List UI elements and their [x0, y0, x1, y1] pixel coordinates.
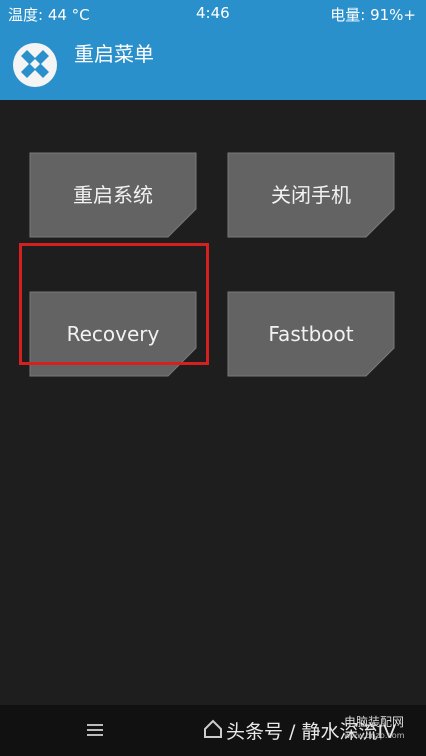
- home-icon[interactable]: [202, 718, 224, 740]
- page-title: 重启菜单: [74, 42, 154, 66]
- site-url: www.dnzp.com: [344, 731, 405, 740]
- menu-icon[interactable]: [86, 721, 104, 739]
- power-off-button[interactable]: 关闭手机: [226, 151, 396, 239]
- power-off-label: 关闭手机: [271, 183, 351, 207]
- reboot-system-button[interactable]: 重启系统: [28, 151, 198, 239]
- recovery-highlight-box: [19, 243, 209, 365]
- clock: 4:46: [196, 4, 230, 22]
- battery-readout: 电量: 91%+: [330, 6, 416, 24]
- status-bar: 温度: 44 °C 4:46 电量: 91%+: [0, 0, 426, 28]
- temperature-readout: 温度: 44 °C: [8, 6, 90, 24]
- fastboot-label: Fastboot: [268, 322, 354, 346]
- reboot-system-label: 重启系统: [73, 183, 153, 207]
- site-name: 电脑装配网: [344, 715, 405, 729]
- nav-bar: 头条号 / 静水深流ⅠⅤ 电脑装配网 www.dnzp.com: [0, 705, 426, 756]
- app-header: 重启菜单: [0, 28, 426, 100]
- twrp-logo-icon: [13, 43, 57, 87]
- fastboot-button[interactable]: Fastboot: [226, 290, 396, 378]
